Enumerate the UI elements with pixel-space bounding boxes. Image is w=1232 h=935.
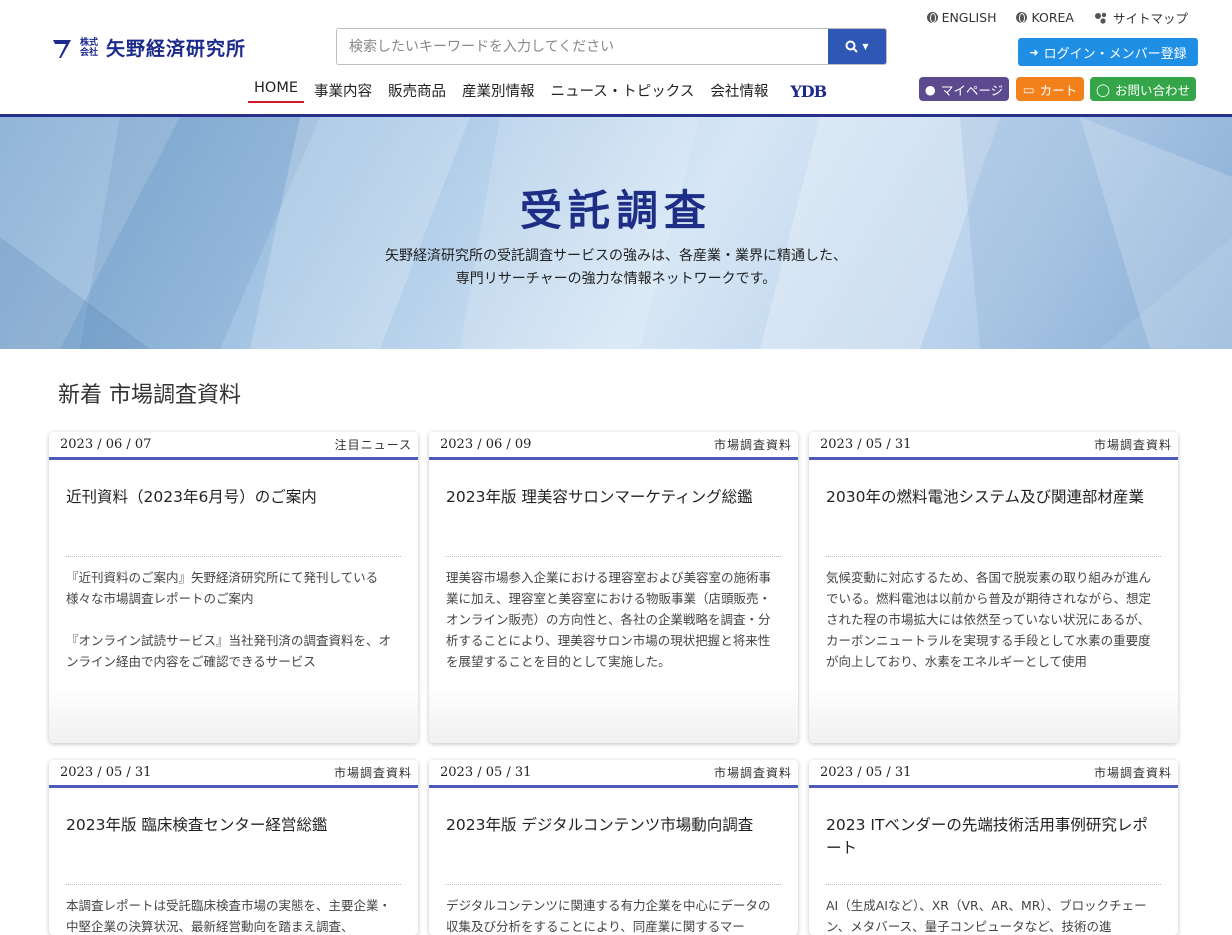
- link-korea[interactable]: KOREA: [1016, 8, 1074, 27]
- sitemap-icon: [1094, 12, 1107, 24]
- cart-button[interactable]: ▭ カート: [1016, 77, 1084, 101]
- card-date: 2023 / 05 / 31: [820, 437, 912, 452]
- card-category: 市場調査資料: [1093, 438, 1172, 452]
- hero-banner: 受託調査 矢野経済研究所の受託調査サービスの強みは、各産業・業界に精通した、 専…: [0, 117, 1232, 349]
- card-fade: [429, 683, 798, 743]
- card-divider: [446, 884, 781, 885]
- card-category: 市場調査資料: [713, 438, 792, 452]
- report-card[interactable]: 2023 / 06 / 09 市場調査資料 2023年版 理美容サロンマーケティ…: [429, 432, 798, 743]
- cart-icon: ▭: [1022, 81, 1035, 97]
- card-fade: [49, 683, 418, 743]
- card-description: 気候変動に対応するため、各国で脱炭素の取り組みが進んでいる。燃料電池は以前から普…: [826, 570, 1152, 669]
- logo-kabushiki: 株式 会社: [80, 37, 99, 58]
- card-header: 2023 / 05 / 31 市場調査資料: [429, 760, 798, 788]
- card-title[interactable]: 2023年版 デジタルコンテンツ市場動向調査: [446, 814, 781, 884]
- card-category: 市場調査資料: [1093, 766, 1172, 780]
- card-description: 理美容市場参入企業における理容室および美容室の施術事業に加え、理容室と美容室にお…: [446, 570, 772, 669]
- hero-subtitle: 矢野経済研究所の受託調査サービスの強みは、各産業・業界に精通した、 専門リサーチ…: [385, 248, 847, 287]
- search-icon: [845, 40, 859, 53]
- user-icon: ●: [924, 81, 936, 97]
- login-register-button[interactable]: ➜ ログイン・メンバー登録: [1018, 38, 1198, 66]
- login-icon: ➜: [1029, 45, 1039, 59]
- nav-industry-info[interactable]: 産業別情報: [454, 80, 543, 100]
- hero-title: 受託調査: [519, 186, 712, 235]
- link-english[interactable]: ENGLISH: [926, 8, 996, 27]
- card-description: 『近刊資料のご案内』矢野経済研究所にて発刊している様々な市場調査レポートのご案内…: [66, 570, 392, 669]
- nav-business[interactable]: 事業内容: [306, 80, 380, 100]
- nav-news-topics[interactable]: ニュース・トピックス: [543, 80, 703, 100]
- card-fade: [809, 683, 1178, 743]
- card-divider: [826, 884, 1161, 885]
- mypage-button[interactable]: ● マイページ: [919, 77, 1009, 101]
- card-divider: [66, 884, 401, 885]
- globe-icon: [926, 12, 938, 23]
- card-date: 2023 / 06 / 07: [60, 437, 152, 452]
- nav-products[interactable]: 販売商品: [380, 80, 454, 100]
- card-category: 市場調査資料: [713, 766, 792, 780]
- card-header: 2023 / 05 / 31 市場調査資料: [809, 432, 1178, 460]
- site-header: 株式 会社 矢野経済研究所 ▼ ENGLISH KOREA サイトマップ: [0, 0, 1232, 117]
- globe-icon: [1016, 12, 1028, 23]
- card-header: 2023 / 05 / 31 市場調査資料: [49, 760, 418, 788]
- report-card[interactable]: 2023 / 05 / 31 市場調査資料 2023年版 臨床検査センター経営総…: [49, 760, 418, 935]
- card-divider: [66, 556, 401, 557]
- search-button[interactable]: ▼: [828, 29, 886, 64]
- card-title[interactable]: 2023年版 理美容サロンマーケティング総鑑: [446, 486, 781, 556]
- card-description: AI（生成AIなど）、XR（VR、AR、MR）、ブロックチェーン、メタバース、量…: [826, 898, 1147, 934]
- card-description: 本調査レポートは受託臨床検査市場の実態を、主要企業・中堅企業の決算状況、最新経営…: [66, 898, 392, 934]
- site-logo[interactable]: 株式 会社 矢野経済研究所: [52, 34, 246, 61]
- card-title[interactable]: 2023 ITベンダーの先端技術活用事例研究レポート: [826, 814, 1161, 884]
- card-header: 2023 / 05 / 31 市場調査資料: [809, 760, 1178, 788]
- card-date: 2023 / 05 / 31: [60, 765, 152, 780]
- card-date: 2023 / 05 / 31: [440, 765, 532, 780]
- card-divider: [826, 556, 1161, 557]
- report-card[interactable]: 2023 / 05 / 31 市場調査資料 2023年版 デジタルコンテンツ市場…: [429, 760, 798, 935]
- card-title[interactable]: 近刊資料（2023年6月号）のご案内: [66, 486, 401, 556]
- card-header: 2023 / 06 / 09 市場調査資料: [429, 432, 798, 460]
- main-nav: HOME 事業内容 販売商品 産業別情報 ニュース・トピックス 会社情報 YDB: [246, 80, 827, 103]
- nav-ydb-logo[interactable]: YDB: [790, 82, 827, 101]
- chat-icon: ◯: [1095, 81, 1110, 97]
- card-date: 2023 / 06 / 09: [440, 437, 532, 452]
- link-sitemap[interactable]: サイトマップ: [1094, 8, 1188, 27]
- contact-button[interactable]: ◯ お問い合わせ: [1090, 77, 1196, 101]
- card-date: 2023 / 05 / 31: [820, 765, 912, 780]
- search-input[interactable]: [337, 29, 828, 64]
- card-title[interactable]: 2030年の燃料電池システム及び関連部材産業: [826, 486, 1161, 556]
- card-title[interactable]: 2023年版 臨床検査センター経営総鑑: [66, 814, 401, 884]
- logo-mark-icon: [53, 39, 71, 58]
- report-card[interactable]: 2023 / 05 / 31 市場調査資料 2023 ITベンダーの先端技術活用…: [809, 760, 1178, 935]
- top-links: ENGLISH KOREA サイトマップ: [926, 8, 1188, 27]
- search-bar: ▼: [336, 28, 887, 65]
- report-card[interactable]: 2023 / 06 / 07 注目ニュース 近刊資料（2023年6月号）のご案内…: [49, 432, 418, 743]
- card-category: 市場調査資料: [333, 766, 412, 780]
- section-title-new-reports: 新着 市場調査資料: [58, 383, 241, 408]
- card-header: 2023 / 06 / 07 注目ニュース: [49, 432, 418, 460]
- nav-company[interactable]: 会社情報: [702, 80, 776, 100]
- card-divider: [446, 556, 781, 557]
- card-category: 注目ニュース: [334, 438, 412, 452]
- logo-company-name: 矢野経済研究所: [106, 38, 247, 60]
- nav-home[interactable]: HOME: [246, 80, 306, 103]
- card-description: デジタルコンテンツに関連する有力企業を中心にデータの収集及び分析をすることにより…: [446, 898, 771, 934]
- report-card[interactable]: 2023 / 05 / 31 市場調査資料 2030年の燃料電池システム及び関連…: [809, 432, 1178, 743]
- caret-down-icon: ▼: [862, 42, 869, 51]
